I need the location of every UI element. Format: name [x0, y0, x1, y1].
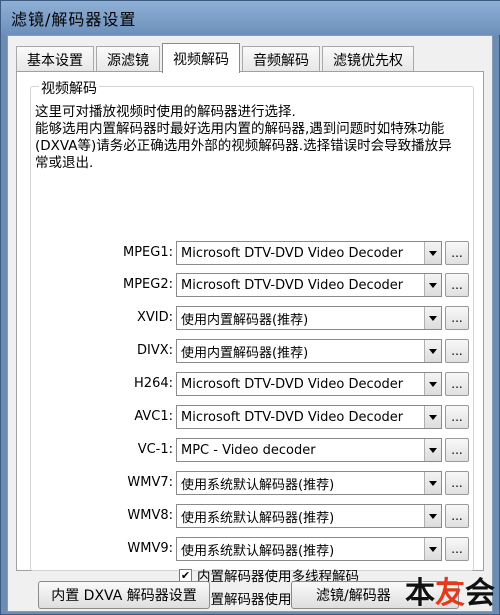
decoder-label: WMV9:	[127, 541, 173, 556]
decoder-label: DIVX:	[136, 343, 173, 358]
decoder-row: VC-1: MPC - Video decoder...	[17, 438, 477, 462]
chevron-down-icon	[429, 546, 437, 552]
decoder-options-button[interactable]: ...	[445, 372, 469, 396]
tab-strip: 基本设置 源滤镜 视频解码 音频解码 滤镜优先权	[16, 42, 416, 73]
decoder-options-button[interactable]: ...	[445, 504, 469, 528]
decoder-row: MPEG1: Microsoft DTV-DVD Video Decoder...	[17, 241, 477, 265]
decoder-select[interactable]: 使用系统默认解码器(推荐)	[176, 504, 442, 528]
dropdown-button[interactable]	[424, 472, 441, 494]
watermark-char-1: 本	[405, 576, 435, 611]
dropdown-button[interactable]	[424, 406, 441, 428]
decoder-select[interactable]: 使用内置解码器(推荐)	[176, 306, 442, 330]
dropdown-button[interactable]	[424, 340, 441, 362]
decoder-select[interactable]: Microsoft DTV-DVD Video Decoder	[176, 241, 442, 265]
tab-filter-priority[interactable]: 滤镜优先权	[322, 46, 414, 72]
decoder-label: H264:	[134, 376, 173, 391]
decoder-label: WMV8:	[127, 508, 173, 523]
decoder-label: VC-1:	[137, 442, 173, 457]
decoder-select[interactable]: 使用系统默认解码器(推荐)	[176, 471, 442, 495]
decoder-select-value: Microsoft DTV-DVD Video Decoder	[181, 376, 404, 392]
decoder-select-value: Microsoft DTV-DVD Video Decoder	[181, 409, 404, 425]
description-text: 这里可对播放视频时使用的解码器进行选择. 能够选用内置解码器时最好选用内置的解码器…	[35, 104, 452, 171]
watermark-char-2: 友	[435, 576, 465, 611]
decoder-label: MPEG1:	[123, 245, 173, 260]
decoder-options-button[interactable]: ...	[445, 537, 469, 561]
decoder-label: WMV7:	[127, 475, 173, 490]
chevron-down-icon	[429, 250, 437, 256]
tab-source-filter[interactable]: 源滤镜	[96, 46, 160, 72]
decoder-select[interactable]: 使用系统默认解码器(推荐)	[176, 537, 442, 561]
decoder-select[interactable]: MPC - Video decoder	[176, 438, 442, 462]
dropdown-button[interactable]	[424, 373, 441, 395]
tab-basic-settings[interactable]: 基本设置	[16, 46, 94, 72]
decoder-select-value: MPC - Video decoder	[181, 442, 316, 458]
chevron-down-icon	[429, 513, 437, 519]
chevron-down-icon	[429, 414, 437, 420]
decoder-options-button[interactable]: ...	[445, 273, 469, 297]
chevron-down-icon	[429, 282, 437, 288]
decoder-row: DIVX: 使用内置解码器(推荐)...	[17, 339, 477, 363]
dropdown-button[interactable]	[424, 538, 441, 560]
decoder-row: MPEG2: Microsoft DTV-DVD Video Decoder...	[17, 273, 477, 297]
decoder-row: WMV7: 使用系统默认解码器(推荐)...	[17, 471, 477, 495]
dropdown-button[interactable]	[424, 307, 441, 329]
decoder-options-button[interactable]: ...	[445, 339, 469, 363]
chevron-down-icon	[429, 348, 437, 354]
decoder-select[interactable]: Microsoft DTV-DVD Video Decoder	[176, 372, 442, 396]
watermark-char-3: 会	[465, 576, 495, 611]
dxva-settings-button[interactable]: 内置 DXVA 解码器设置	[38, 581, 210, 609]
decoder-row: XVID: 使用内置解码器(推荐)...	[17, 306, 477, 330]
dropdown-button[interactable]	[424, 505, 441, 527]
chevron-down-icon	[429, 480, 437, 486]
decoder-label: XVID:	[136, 310, 173, 325]
decoder-select-value: 使用系统默认解码器(推荐)	[181, 477, 335, 493]
decoder-row: AVC1: Microsoft DTV-DVD Video Decoder...	[17, 405, 477, 429]
decoder-select-value: 使用内置解码器(推荐)	[181, 345, 309, 361]
dialog-client-area: 基本设置 源滤镜 视频解码 音频解码 滤镜优先权 视频解码 这里可对播放视频时使…	[7, 35, 493, 612]
tab-panel: 视频解码 这里可对播放视频时使用的解码器进行选择. 能够选用内置解码器时最好选用内…	[16, 71, 484, 608]
decoder-select-value: 使用系统默认解码器(推荐)	[181, 543, 335, 559]
decoder-select-value: 使用内置解码器(推荐)	[181, 312, 309, 328]
dropdown-button[interactable]	[424, 439, 441, 461]
tab-audio-decoding[interactable]: 音频解码	[242, 46, 320, 72]
decoder-options-button[interactable]: ...	[445, 306, 469, 330]
window-title: 滤镜/解码器设置	[11, 10, 137, 29]
decoder-row: WMV9: 使用系统默认解码器(推荐)...	[17, 537, 477, 561]
decoder-options-button[interactable]: ...	[445, 438, 469, 462]
decoder-label: MPEG2:	[123, 277, 173, 292]
decoder-options-button[interactable]: ...	[445, 471, 469, 495]
checkbox-box[interactable]: ✔	[179, 568, 192, 582]
decoder-select[interactable]: Microsoft DTV-DVD Video Decoder	[176, 405, 442, 429]
decoder-options-button[interactable]: ...	[445, 241, 469, 265]
chevron-down-icon	[429, 315, 437, 321]
decoder-row: H264: Microsoft DTV-DVD Video Decoder...	[17, 372, 477, 396]
site-watermark: 本 友 会	[405, 568, 495, 612]
title-bar: 滤镜/解码器设置	[1, 1, 500, 35]
decoder-select-value: Microsoft DTV-DVD Video Decoder	[181, 245, 404, 261]
decoder-options-button[interactable]: ...	[445, 405, 469, 429]
group-title: 视频解码	[39, 78, 99, 98]
tab-video-decoding[interactable]: 视频解码	[162, 43, 240, 73]
decoder-select-value: 使用系统默认解码器(推荐)	[181, 510, 335, 526]
chevron-down-icon	[429, 447, 437, 453]
settings-window: 滤镜/解码器设置 基本设置 源滤镜 视频解码 音频解码 滤镜优先权 视频解码 这…	[0, 0, 500, 615]
dropdown-button[interactable]	[424, 274, 441, 296]
decoder-select[interactable]: 使用内置解码器(推荐)	[176, 339, 442, 363]
dropdown-button[interactable]	[424, 242, 441, 264]
chevron-down-icon	[429, 381, 437, 387]
decoder-row: WMV8: 使用系统默认解码器(推荐)...	[17, 504, 477, 528]
decoder-select-value: Microsoft DTV-DVD Video Decoder	[181, 277, 404, 293]
decoder-select[interactable]: Microsoft DTV-DVD Video Decoder	[176, 273, 442, 297]
decoder-label: AVC1:	[134, 409, 173, 424]
